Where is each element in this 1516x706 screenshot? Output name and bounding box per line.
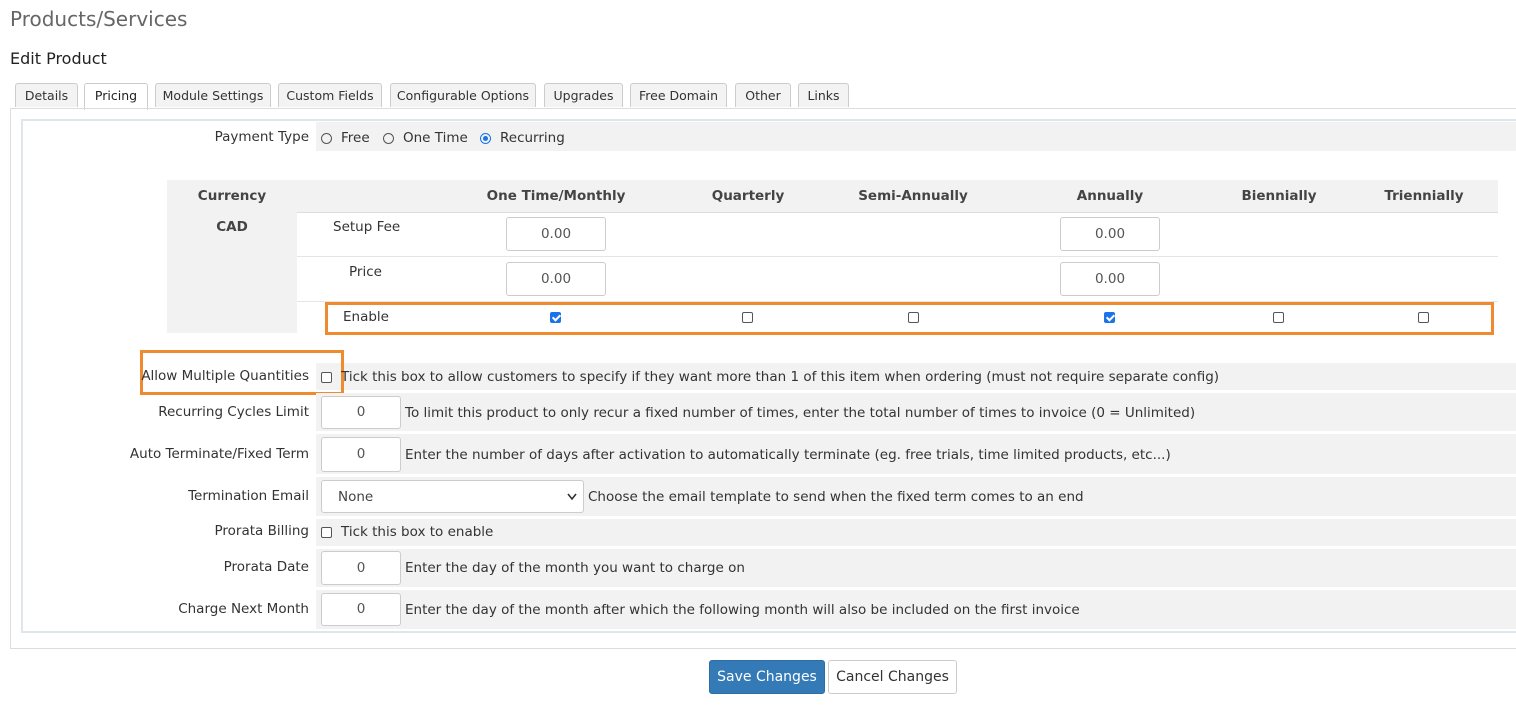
recurring-cycles-label: Recurring Cycles Limit bbox=[158, 404, 309, 420]
page-subtitle: Edit Product bbox=[10, 49, 107, 68]
auto-terminate-label: Auto Terminate/Fixed Term bbox=[129, 446, 309, 462]
allow-multiple-help: Tick this box to allow customers to spec… bbox=[341, 369, 1220, 385]
th-semi-annually: Semi-Annually bbox=[858, 188, 968, 204]
recurring-cycles-help: To limit this product to only recur a fi… bbox=[405, 405, 1196, 421]
prorata-date-input[interactable]: 0 bbox=[321, 551, 401, 585]
radio-free[interactable] bbox=[321, 133, 332, 144]
tab-details[interactable]: Details bbox=[15, 83, 78, 107]
enable-quarterly-checkbox[interactable] bbox=[742, 312, 753, 323]
save-changes-button[interactable]: Save Changes bbox=[709, 660, 825, 694]
th-currency: Currency bbox=[197, 188, 267, 204]
tab-configurable-options[interactable]: Configurable Options bbox=[390, 83, 536, 107]
prorata-billing-label: Prorata Billing bbox=[214, 523, 310, 539]
payment-type-row bbox=[316, 122, 1516, 151]
currency-code: CAD bbox=[216, 219, 248, 235]
allow-multiple-checkbox[interactable] bbox=[321, 372, 332, 383]
price-monthly-input[interactable]: 0.00 bbox=[506, 262, 606, 296]
tab-module-settings[interactable]: Module Settings bbox=[155, 83, 271, 107]
allow-multiple-label: Allow Multiple Quantities bbox=[141, 368, 309, 384]
radio-free-label: Free bbox=[341, 130, 370, 146]
charge-next-month-input[interactable]: 0 bbox=[321, 593, 401, 626]
enable-triennially-checkbox[interactable] bbox=[1418, 312, 1429, 323]
price-annually-input[interactable]: 0.00 bbox=[1060, 262, 1160, 296]
prorata-billing-row bbox=[316, 519, 1516, 546]
tab-custom-fields[interactable]: Custom Fields bbox=[278, 83, 382, 107]
auto-terminate-input[interactable]: 0 bbox=[321, 437, 401, 472]
th-annually: Annually bbox=[1076, 188, 1144, 204]
th-biennially: Biennially bbox=[1241, 188, 1317, 204]
auto-terminate-help: Enter the number of days after activatio… bbox=[405, 447, 1171, 463]
chevron-down-icon bbox=[567, 493, 577, 501]
setup-fee-monthly-input[interactable]: 0.00 bbox=[506, 217, 606, 251]
termination-email-help: Choose the email template to send when t… bbox=[588, 489, 1084, 505]
prorata-billing-help: Tick this box to enable bbox=[341, 524, 494, 540]
cancel-changes-button[interactable]: Cancel Changes bbox=[828, 660, 957, 694]
enable-semi-annually-checkbox[interactable] bbox=[908, 312, 919, 323]
price-label: Price bbox=[349, 264, 382, 280]
radio-one-time[interactable] bbox=[383, 133, 394, 144]
tab-pricing[interactable]: Pricing bbox=[84, 83, 148, 110]
charge-next-month-help: Enter the day of the month after which t… bbox=[405, 602, 1080, 618]
recurring-cycles-input[interactable]: 0 bbox=[321, 396, 401, 429]
prorata-billing-checkbox[interactable] bbox=[321, 527, 332, 538]
radio-recurring-label: Recurring bbox=[500, 130, 565, 146]
radio-recurring[interactable] bbox=[480, 133, 491, 144]
th-triennially: Triennially bbox=[1384, 188, 1464, 204]
page-title: Products/Services bbox=[10, 7, 188, 31]
charge-next-month-label: Charge Next Month bbox=[178, 601, 309, 617]
tab-upgrades[interactable]: Upgrades bbox=[544, 83, 623, 107]
radio-one-time-label: One Time bbox=[403, 130, 468, 146]
enable-label: Enable bbox=[343, 309, 389, 325]
termination-email-select[interactable]: None bbox=[321, 480, 584, 513]
setup-fee-annually-input[interactable]: 0.00 bbox=[1060, 217, 1160, 251]
prorata-date-label: Prorata Date bbox=[223, 559, 309, 575]
tab-other[interactable]: Other bbox=[735, 83, 791, 107]
termination-email-value: None bbox=[338, 489, 374, 505]
tab-links[interactable]: Links bbox=[798, 83, 849, 107]
tab-free-domain[interactable]: Free Domain bbox=[630, 83, 727, 107]
th-monthly: One Time/Monthly bbox=[486, 188, 626, 204]
prorata-date-help: Enter the day of the month you want to c… bbox=[405, 560, 745, 576]
termination-email-label: Termination Email bbox=[188, 488, 309, 504]
row-divider bbox=[297, 256, 1498, 257]
enable-biennially-checkbox[interactable] bbox=[1273, 312, 1284, 323]
setup-fee-label: Setup Fee bbox=[333, 219, 401, 235]
enable-annually-checkbox[interactable] bbox=[1104, 312, 1115, 323]
enable-monthly-checkbox[interactable] bbox=[550, 312, 561, 323]
payment-type-label: Payment Type bbox=[214, 129, 309, 145]
th-quarterly: Quarterly bbox=[711, 188, 785, 204]
